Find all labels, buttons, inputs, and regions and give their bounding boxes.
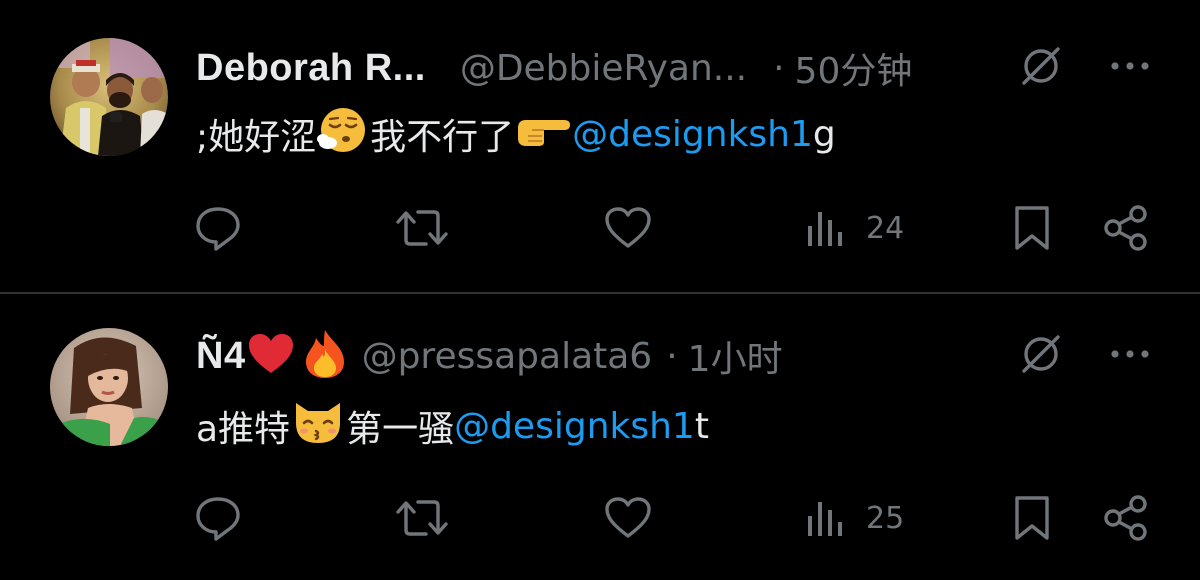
more-icon[interactable] [1108,347,1152,366]
retweet-button[interactable] [392,198,452,258]
display-name[interactable]: Ñ4 [196,335,246,378]
group-photo-avatar-image [50,38,168,156]
views-icon [808,212,842,246]
tweet-actions: 25 [192,488,1152,548]
tweet-text-middle: 我不行了 [370,117,515,158]
tweet-menu-buttons [1018,328,1152,384]
bookmark-button[interactable] [1010,488,1054,548]
share-button[interactable] [1100,488,1152,548]
more-icon[interactable] [1108,59,1152,78]
retweet-button[interactable] [392,488,452,548]
tweet-text-end: g [812,113,836,155]
fire-icon [302,328,348,385]
tweet-text-start: ;她好涩 [196,117,317,158]
grok-icon[interactable] [1018,43,1064,94]
avatar[interactable] [50,328,168,446]
tweet[interactable]: Deborah R... @DebbieRyan... · 50分钟 ;她好涩 [0,0,1200,292]
like-icon [605,207,651,248]
retweet-icon [396,500,448,536]
red-heart-icon [246,331,296,382]
user-handle[interactable]: @pressapalata6 [362,336,653,377]
tweet-text-middle: 第一骚 [346,409,455,450]
mention-link[interactable]: @designksh1 [454,406,695,447]
woman-portrait-avatar-image [50,328,168,446]
bookmark-icon [1015,496,1049,540]
tweet-text: a推特 第一骚 @designksh1 t [196,398,709,454]
reply-icon [196,497,240,541]
views-button[interactable]: 24 [804,198,904,258]
relieved-face-with-exhale-icon [316,105,370,164]
avatar[interactable] [50,38,168,156]
tweet-header: Ñ4 @pressapalata6 · 1小时 [196,328,783,384]
tweet-text: ;她好涩 我不行了 @designksh1 g [196,106,836,162]
views-icon [808,502,842,536]
separator-dot: · [773,47,785,89]
reply-button[interactable] [192,198,244,258]
timestamp[interactable]: 1小时 [688,330,783,382]
tweet[interactable]: Ñ4 @pressapalata6 · 1小时 a推特 第一骚 @designk… [0,294,1200,580]
views-button[interactable]: 25 [804,488,904,548]
tweet-menu-buttons [1018,40,1152,96]
bookmark-button[interactable] [1010,198,1054,258]
kissing-cat-face-icon [290,397,346,456]
like-button[interactable] [602,198,654,258]
retweet-icon [396,210,448,246]
tweet-text-start: a推特 [196,409,291,450]
share-button[interactable] [1100,198,1152,258]
mention-link[interactable]: @designksh1 [572,114,813,155]
grok-icon[interactable] [1018,331,1064,382]
like-button[interactable] [602,488,654,548]
backhand-index-pointing-right-icon [514,110,572,159]
share-icon [1104,205,1147,251]
timestamp[interactable]: 50分钟 [795,42,913,94]
tweet-text-end: t [694,405,709,447]
like-icon [605,497,651,538]
tweet-header: Deborah R... @DebbieRyan... · 50分钟 [196,40,912,96]
display-name[interactable]: Deborah R... [196,47,426,90]
view-count: 24 [866,210,905,246]
user-handle[interactable]: @DebbieRyan... [460,48,747,89]
reply-icon [196,207,240,251]
separator-dot: · [666,335,678,377]
view-count: 25 [866,500,905,536]
reply-button[interactable] [192,488,244,548]
share-icon [1104,495,1147,541]
bookmark-icon [1015,206,1049,250]
tweet-actions: 24 [192,198,1152,258]
